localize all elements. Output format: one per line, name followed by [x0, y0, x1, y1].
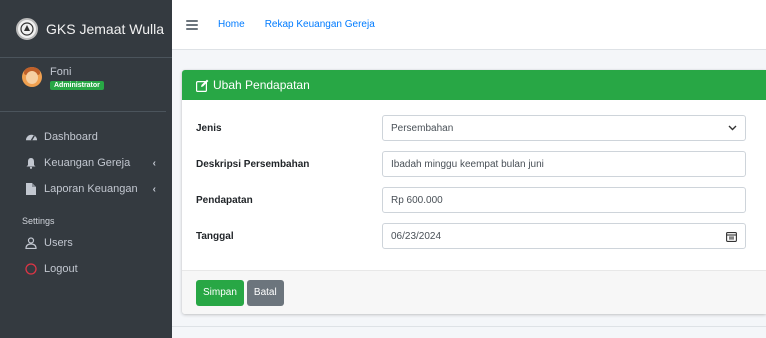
sidebar-item-dashboard[interactable]: Dashboard: [0, 124, 172, 150]
input-value: Rp 600.000: [391, 194, 443, 206]
content-divider: [172, 326, 766, 327]
tanggal-date-input[interactable]: 06/23/2024: [382, 223, 746, 249]
calendar-icon[interactable]: [726, 231, 737, 242]
save-button[interactable]: Simpan: [196, 279, 244, 306]
chevron-left-icon: ‹: [152, 183, 156, 195]
form-row-deskripsi: Deskripsi Persembahan Ibadah minggu keem…: [196, 151, 766, 177]
select-value: Persembahan: [391, 122, 454, 134]
settings-header: Settings: [22, 216, 55, 226]
chevron-down-icon: [728, 123, 737, 133]
chevron-left-icon: ‹: [152, 157, 156, 169]
sidebar-item-label: Keuangan Gereja: [44, 157, 131, 169]
sidebar-item-laporan-keuangan[interactable]: Laporan Keuangan ‹: [0, 176, 172, 202]
cancel-button[interactable]: Batal: [246, 279, 284, 306]
sidebar-item-label: Laporan Keuangan: [44, 183, 138, 195]
field-label: Deskripsi Persembahan: [196, 158, 310, 170]
sidebar-item-logout[interactable]: Logout: [0, 256, 172, 282]
user-name[interactable]: Foni: [50, 66, 104, 78]
bell-icon: [24, 156, 38, 170]
sidebar-nav: Dashboard Keuangan Gereja ‹ Laporan Keua…: [0, 112, 172, 282]
field-label: Jenis: [196, 122, 222, 134]
input-value: Ibadah minggu keempat bulan juni: [391, 158, 544, 170]
sidebar-item-label: Users: [44, 237, 73, 249]
nav-link-home[interactable]: Home: [218, 19, 245, 30]
deskripsi-input[interactable]: Ibadah minggu keempat bulan juni: [382, 151, 746, 177]
power-icon: [24, 262, 38, 276]
role-badge: Administrator: [50, 81, 104, 90]
top-navbar: Home Rekap Keuangan Gereja: [172, 0, 766, 50]
user-panel: Foni Administrator: [0, 58, 166, 112]
card-footer: Simpan Batal: [182, 270, 766, 314]
sidebar-item-users[interactable]: Users: [0, 230, 172, 256]
tachometer-icon: [24, 130, 38, 144]
jenis-select[interactable]: Persembahan: [382, 115, 746, 141]
edit-income-card: Ubah Pendapatan Jenis Persembahan Deskri…: [182, 70, 766, 314]
sidebar-item-label: Dashboard: [44, 131, 98, 143]
sidebar: GKS Jemaat Wulla Foni Administrator Dash…: [0, 0, 172, 338]
avatar: [22, 67, 42, 87]
card-title: Ubah Pendapatan: [213, 78, 310, 92]
brand-name: GKS Jemaat Wulla: [46, 20, 165, 37]
brand-link[interactable]: GKS Jemaat Wulla: [0, 0, 172, 58]
menu-toggle-icon[interactable]: [186, 19, 198, 30]
nav-link-rekap-keuangan[interactable]: Rekap Keuangan Gereja: [265, 19, 375, 30]
sidebar-item-keuangan-gereja[interactable]: Keuangan Gereja ‹: [0, 150, 172, 176]
field-label: Tanggal: [196, 230, 234, 242]
form-row-pendapatan: Pendapatan Rp 600.000: [196, 187, 766, 213]
form-row-tanggal: Tanggal 06/23/2024: [196, 223, 766, 249]
input-value: 06/23/2024: [391, 230, 442, 242]
pendapatan-input[interactable]: Rp 600.000: [382, 187, 746, 213]
card-header: Ubah Pendapatan: [182, 70, 766, 100]
card-body: Jenis Persembahan Deskripsi Persembahan …: [182, 100, 766, 249]
sidebar-item-label: Logout: [44, 263, 78, 275]
field-label: Pendapatan: [196, 194, 253, 206]
form-row-jenis: Jenis Persembahan: [196, 115, 766, 141]
user-icon: [24, 236, 38, 250]
edit-icon: [196, 79, 209, 92]
file-icon: [24, 182, 38, 196]
brand-logo-icon: [16, 17, 38, 40]
